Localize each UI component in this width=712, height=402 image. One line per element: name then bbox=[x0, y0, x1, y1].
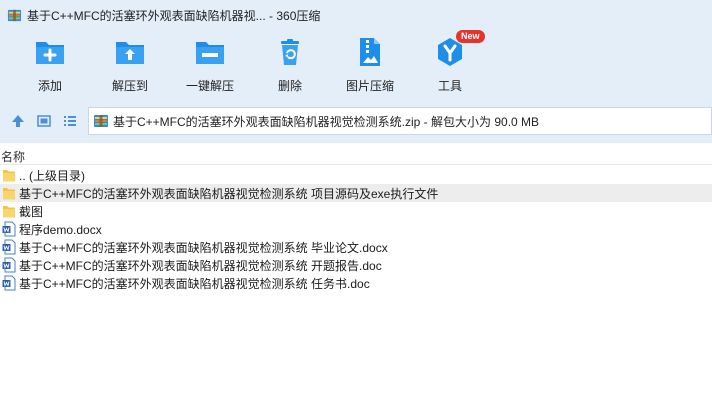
word-document-icon bbox=[2, 257, 16, 273]
list-item-assignment-doc[interactable]: 基于C++MFC的活塞环外观表面缺陷机器视觉检测系统 任务书.doc bbox=[0, 274, 712, 292]
add-button[interactable]: 添加 bbox=[10, 36, 90, 96]
list-item-source-folder[interactable]: 基于C++MFC的活塞环外观表面缺陷机器视觉检测系统 项目源码及exe执行文件 bbox=[0, 184, 712, 202]
thumbnail-view-icon[interactable] bbox=[36, 113, 52, 129]
file-name: 基于C++MFC的活塞环外观表面缺陷机器视觉检测系统 毕业论文.docx bbox=[19, 240, 388, 255]
add-label: 添加 bbox=[37, 79, 62, 93]
image-compress-button[interactable]: 图片压缩 bbox=[330, 36, 410, 96]
list-view-icon[interactable] bbox=[62, 113, 78, 129]
window-title: 基于C++MFC的活塞环外观表面缺陷机器视... - 360压缩 bbox=[27, 8, 321, 23]
folder-icon bbox=[3, 188, 15, 200]
file-name: 截图 bbox=[19, 204, 44, 219]
image-zip-icon bbox=[360, 38, 380, 66]
360-zip-app-icon bbox=[7, 9, 22, 21]
file-name: 基于C++MFC的活塞环外观表面缺陷机器视觉检测系统 项目源码及exe执行文件 bbox=[19, 186, 439, 201]
new-badge: New bbox=[456, 30, 485, 43]
path-bar[interactable]: 基于C++MFC的活塞环外观表面缺陷机器视觉检测系统.zip - 解包大小为 9… bbox=[88, 107, 712, 135]
one-click-extract-label: 一键解压 bbox=[185, 79, 234, 93]
main-toolbar: 添加 解压到 一键解压 删除 图片压缩 New 工具 bbox=[0, 30, 712, 96]
file-name: 基于C++MFC的活塞环外观表面缺陷机器视觉检测系统 任务书.doc bbox=[19, 276, 370, 291]
list-item-parent-directory[interactable]: .. (上级目录) bbox=[0, 166, 712, 184]
title-bar: 基于C++MFC的活塞环外观表面缺陷机器视... - 360压缩 bbox=[0, 0, 712, 30]
list-item-proposal-doc[interactable]: 基于C++MFC的活塞环外观表面缺陷机器视觉检测系统 开题报告.doc bbox=[0, 256, 712, 274]
column-header-name[interactable]: 名称 bbox=[0, 143, 712, 165]
file-name: 基于C++MFC的活塞环外观表面缺陷机器视觉检测系统 开题报告.doc bbox=[19, 258, 382, 273]
word-document-icon bbox=[2, 239, 16, 255]
up-arrow-icon[interactable] bbox=[10, 113, 26, 129]
folder-icon bbox=[3, 170, 15, 182]
one-click-extract-button[interactable]: 一键解压 bbox=[170, 36, 250, 96]
word-document-icon bbox=[2, 221, 16, 237]
extract-to-button[interactable]: 解压到 bbox=[90, 36, 170, 96]
list-item-screenshots-folder[interactable]: 截图 bbox=[0, 202, 712, 220]
zip-archive-icon bbox=[94, 115, 108, 127]
folder-icon bbox=[3, 206, 15, 218]
file-name: 程序demo.docx bbox=[19, 222, 102, 237]
folder-extract-icon bbox=[116, 42, 144, 64]
recycle-bin-icon bbox=[281, 39, 299, 65]
delete-label: 删除 bbox=[277, 79, 302, 93]
image-compress-label: 图片压缩 bbox=[345, 79, 394, 93]
file-list: .. (上级目录) 基于C++MFC的活塞环外观表面缺陷机器视觉检测系统 项目源… bbox=[0, 166, 712, 292]
extract-to-label: 解压到 bbox=[111, 79, 148, 93]
folder-oneclick-icon bbox=[196, 42, 224, 64]
tools-button[interactable]: New 工具 bbox=[410, 30, 490, 96]
list-item-thesis-docx[interactable]: 基于C++MFC的活塞环外观表面缺陷机器视觉检测系统 毕业论文.docx bbox=[0, 238, 712, 256]
archive-path-text: 基于C++MFC的活塞环外观表面缺陷机器视觉检测系统.zip - 解包大小为 9… bbox=[113, 114, 540, 129]
word-document-icon bbox=[2, 275, 16, 291]
list-item-demo-docx[interactable]: 程序demo.docx bbox=[0, 220, 712, 238]
delete-button[interactable]: 删除 bbox=[250, 36, 330, 96]
file-name: .. (上级目录) bbox=[19, 168, 85, 183]
tools-label: 工具 bbox=[437, 79, 462, 93]
folder-add-icon bbox=[36, 42, 64, 64]
column-name-label: 名称 bbox=[1, 150, 26, 164]
navigation-bar: 基于C++MFC的活塞环外观表面缺陷机器视觉检测系统.zip - 解包大小为 9… bbox=[0, 107, 712, 135]
